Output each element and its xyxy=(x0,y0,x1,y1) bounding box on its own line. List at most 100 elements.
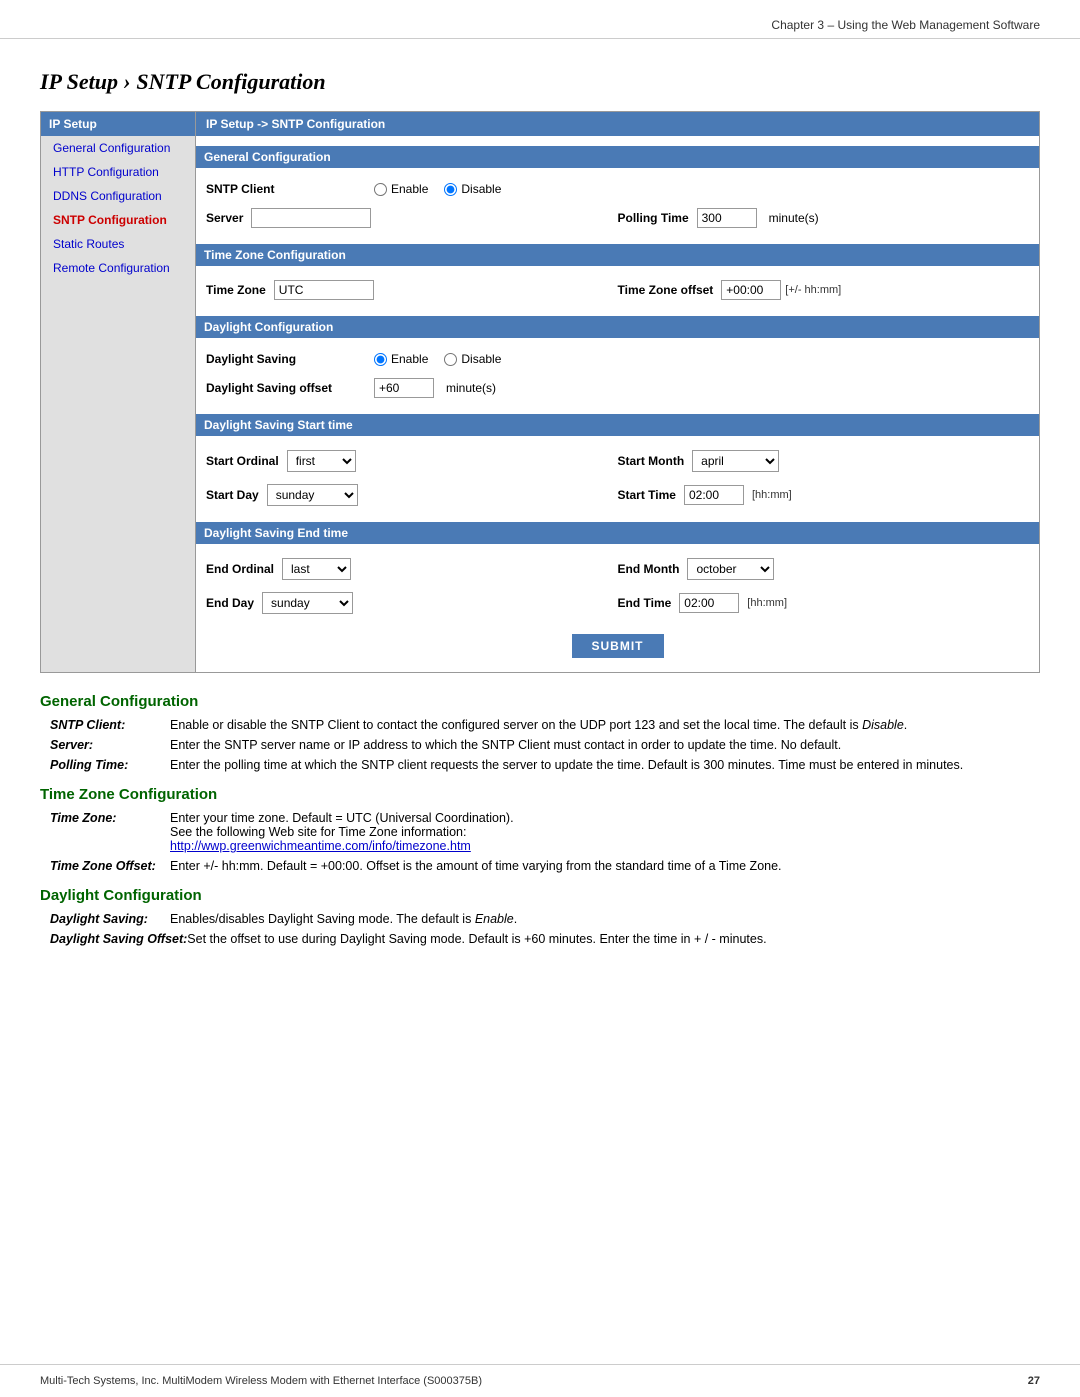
end-ordinal-select[interactable]: firstsecondthirdfourth last xyxy=(282,558,351,580)
start-ordinal-select[interactable]: first second third fourth last xyxy=(287,450,356,472)
docs-item-server: Server: Enter the SNTP server name or IP… xyxy=(40,738,1040,752)
docs-text-timezone: Enter your time zone. Default = UTC (Uni… xyxy=(170,811,1040,853)
server-col: Server xyxy=(206,208,618,228)
timezone-input[interactable] xyxy=(274,280,374,300)
start-day-col: Start Day sundaymondaytuesday wednesdayt… xyxy=(206,484,618,506)
section-header-daylight-start: Daylight Saving Start time xyxy=(196,414,1039,436)
docs-text-sntp-client: Enable or disable the SNTP Client to con… xyxy=(170,718,1040,732)
daylight-offset-label: Daylight Saving offset xyxy=(206,381,366,395)
server-label: Server xyxy=(206,211,243,225)
sntp-client-row: SNTP Client Enable Disable xyxy=(196,176,1039,202)
end-month-label: End Month xyxy=(618,562,680,576)
docs-text-server: Enter the SNTP server name or IP address… xyxy=(170,738,1040,752)
page-title: IP Setup › SNTP Configuration xyxy=(40,69,1040,95)
timezone-row: Time Zone Time Zone offset [+/- hh:mm] xyxy=(196,274,1039,306)
docs-item-tz-offset: Time Zone Offset: Enter +/- hh:mm. Defau… xyxy=(40,859,1040,873)
tz-offset-label: Time Zone offset xyxy=(618,283,714,297)
start-time-col: Start Time [hh:mm] xyxy=(618,485,1030,505)
daylight-offset-input[interactable] xyxy=(374,378,434,398)
end-time-label: End Time xyxy=(618,596,672,610)
end-time-hint: [hh:mm] xyxy=(747,597,787,609)
daylight-offset-unit: minute(s) xyxy=(446,381,496,395)
end-day-select[interactable]: sundaymondaytuesday wednesdaythursdayfri… xyxy=(262,592,353,614)
submit-row: SUBMIT xyxy=(196,620,1039,672)
sntp-enable-label: Enable xyxy=(391,182,428,196)
tz-offset-group: [+/- hh:mm] xyxy=(721,280,841,300)
sidebar-item-http[interactable]: HTTP Configuration xyxy=(41,160,195,184)
docs-label-polling: Polling Time: xyxy=(50,758,170,772)
start-day-time-row: Start Day sundaymondaytuesday wednesdayt… xyxy=(196,478,1039,512)
page-header: Chapter 3 – Using the Web Management Sof… xyxy=(0,0,1080,39)
main-panel: IP Setup -> SNTP Configuration General C… xyxy=(196,112,1039,672)
docs-label-server: Server: xyxy=(50,738,170,752)
daylight-disable-label: Disable xyxy=(461,352,501,366)
server-input[interactable] xyxy=(251,208,371,228)
docs-title-daylight: Daylight Configuration xyxy=(40,887,1040,904)
docs-text-tz-offset: Enter +/- hh:mm. Default = +00:00. Offse… xyxy=(170,859,1040,873)
start-ordinal-month-row: Start Ordinal first second third fourth … xyxy=(196,444,1039,478)
polling-time-label: Polling Time xyxy=(618,211,689,225)
sidebar-item-general[interactable]: General Configuration xyxy=(41,136,195,160)
docs-label-tz-offset: Time Zone Offset: xyxy=(50,859,170,873)
start-day-label: Start Day xyxy=(206,488,259,502)
daylight-saving-label: Daylight Saving xyxy=(206,352,366,366)
docs-label-daylight-saving: Daylight Saving: xyxy=(50,912,170,926)
daylight-enable-radio[interactable] xyxy=(374,353,387,366)
sntp-enable-option[interactable]: Enable xyxy=(374,182,428,196)
end-day-label: End Day xyxy=(206,596,254,610)
footer-page-number: 27 xyxy=(1028,1375,1040,1387)
docs-item-timezone: Time Zone: Enter your time zone. Default… xyxy=(40,811,1040,853)
start-month-select[interactable]: januaryfebruarymarch aprilmayjune julyau… xyxy=(692,450,779,472)
sidebar-item-static-routes[interactable]: Static Routes xyxy=(41,232,195,256)
timezone-col: Time Zone xyxy=(206,280,618,300)
start-month-col: Start Month januaryfebruarymarch aprilma… xyxy=(618,450,1030,472)
docs-title-general: General Configuration xyxy=(40,693,1040,710)
daylight-enable-label: Enable xyxy=(391,352,428,366)
submit-button[interactable]: SUBMIT xyxy=(572,634,664,658)
start-day-select[interactable]: sundaymondaytuesday wednesdaythursdayfri… xyxy=(267,484,358,506)
daylight-disable-option[interactable]: Disable xyxy=(444,352,501,366)
end-day-time-row: End Day sundaymondaytuesday wednesdaythu… xyxy=(196,586,1039,620)
docs-item-daylight-saving: Daylight Saving: Enables/disables Daylig… xyxy=(40,912,1040,926)
tz-offset-col: Time Zone offset [+/- hh:mm] xyxy=(618,280,1030,300)
end-ordinal-month-row: End Ordinal firstsecondthirdfourth last … xyxy=(196,552,1039,586)
end-ordinal-col: End Ordinal firstsecondthirdfourth last xyxy=(206,558,618,580)
footer-company: Multi-Tech Systems, Inc. MultiModem Wire… xyxy=(40,1375,482,1387)
docs-label-daylight-offset: Daylight Saving Offset: xyxy=(50,932,187,946)
chapter-label: Chapter 3 – Using the Web Management Sof… xyxy=(771,18,1040,32)
end-day-col: End Day sundaymondaytuesday wednesdaythu… xyxy=(206,592,618,614)
docs-link-timezone[interactable]: http://wwp.greenwichmeantime.com/info/ti… xyxy=(170,839,471,853)
section-header-general: General Configuration xyxy=(196,146,1039,168)
section-header-timezone: Time Zone Configuration xyxy=(196,244,1039,266)
daylight-offset-row: Daylight Saving offset minute(s) xyxy=(196,372,1039,404)
sidebar-header: IP Setup xyxy=(41,112,195,136)
docs-item-daylight-offset: Daylight Saving Offset: Set the offset t… xyxy=(40,932,1040,946)
start-ordinal-label: Start Ordinal xyxy=(206,454,279,468)
sntp-enable-radio[interactable] xyxy=(374,183,387,196)
end-time-input[interactable] xyxy=(679,593,739,613)
polling-time-input[interactable] xyxy=(697,208,757,228)
sntp-disable-radio[interactable] xyxy=(444,183,457,196)
sidebar-item-remote[interactable]: Remote Configuration xyxy=(41,256,195,280)
start-time-input[interactable] xyxy=(684,485,744,505)
breadcrumb: IP Setup -> SNTP Configuration xyxy=(196,112,1039,136)
timezone-label: Time Zone xyxy=(206,283,266,297)
sntp-client-label: SNTP Client xyxy=(206,182,366,196)
polling-time-unit: minute(s) xyxy=(769,211,819,225)
sntp-disable-option[interactable]: Disable xyxy=(444,182,501,196)
start-month-label: Start Month xyxy=(618,454,685,468)
sidebar: IP Setup General Configuration HTTP Conf… xyxy=(41,112,196,672)
daylight-disable-radio[interactable] xyxy=(444,353,457,366)
end-month-select[interactable]: januaryfebruarymarch aprilmayjune julyau… xyxy=(687,558,774,580)
start-time-hint: [hh:mm] xyxy=(752,489,792,501)
sidebar-item-sntp[interactable]: SNTP Configuration xyxy=(41,208,195,232)
docs-title-timezone: Time Zone Configuration xyxy=(40,786,1040,803)
sidebar-item-ddns[interactable]: DDNS Configuration xyxy=(41,184,195,208)
server-polling-row: Server Polling Time minute(s) xyxy=(196,202,1039,234)
start-time-label: Start Time xyxy=(618,488,676,502)
daylight-enable-option[interactable]: Enable xyxy=(374,352,428,366)
section-header-daylight: Daylight Configuration xyxy=(196,316,1039,338)
docs-label-timezone: Time Zone: xyxy=(50,811,170,853)
tz-offset-hint: [+/- hh:mm] xyxy=(785,284,841,296)
tz-offset-input[interactable] xyxy=(721,280,781,300)
